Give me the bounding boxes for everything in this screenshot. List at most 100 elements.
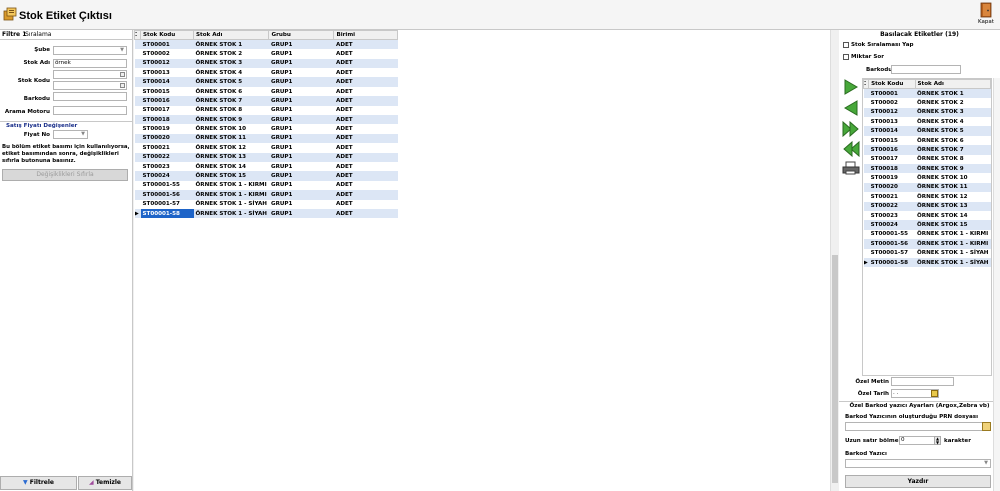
table-cell[interactable]: ÖRNEK STOK 1 - KIRMI xyxy=(915,230,991,239)
table-cell[interactable]: ADET xyxy=(333,208,398,219)
table-cell[interactable]: ADET xyxy=(334,49,398,58)
table-cell[interactable]: GRUP1 xyxy=(269,162,334,171)
table-row[interactable]: ST00014 ÖRNEK STOK 5 GRUP1 ADET xyxy=(134,77,398,87)
table-row[interactable]: ST00001 ÖRNEK STOK 1 GRUP1 ADET xyxy=(134,39,398,50)
scrollbar-thumb[interactable] xyxy=(832,255,838,483)
table-cell[interactable]: ÖRNEK STOK 9 xyxy=(193,115,269,125)
table-cell[interactable]: ST00017 xyxy=(141,106,194,115)
table-cell[interactable]: ADET xyxy=(333,96,398,106)
table-cell[interactable]: GRUP1 xyxy=(269,143,334,152)
filter-button[interactable]: ▼ Filtrele xyxy=(0,476,77,490)
table-cell[interactable]: ÖRNEK STOK 5 xyxy=(915,126,991,136)
table-cell[interactable]: ÖRNEK STOK 8 xyxy=(915,155,991,164)
table-cell[interactable]: ST00023 xyxy=(869,211,915,220)
table-cell[interactable]: ADET xyxy=(334,143,398,152)
table-cell[interactable]: GRUP1 xyxy=(269,200,334,209)
table-cell[interactable]: ÖRNEK STOK 10 xyxy=(194,124,269,133)
table-cell[interactable]: ADET xyxy=(333,133,398,144)
table-cell[interactable]: ÖRNEK STOK 13 xyxy=(915,201,991,211)
table-cell[interactable]: ST00020 xyxy=(868,182,915,193)
tab-filtre-1[interactable]: Filtre 1 xyxy=(2,31,26,38)
special-text-input[interactable] xyxy=(891,377,954,386)
stok-adi-input[interactable]: örnek xyxy=(53,59,127,68)
table-cell[interactable]: ST00022 xyxy=(868,201,915,211)
table-row[interactable]: ST00017 ÖRNEK STOK 8 xyxy=(863,154,991,165)
barcode-input[interactable] xyxy=(891,65,961,74)
table-row[interactable]: ST00016 ÖRNEK STOK 7 GRUP1 ADET xyxy=(134,96,398,106)
table-cell[interactable]: GRUP1 xyxy=(268,152,334,162)
table-cell[interactable]: ADET xyxy=(333,190,398,200)
table-cell[interactable]: ÖRNEK STOK 12 xyxy=(194,143,269,152)
table-row[interactable]: ST00015 ÖRNEK STOK 6 GRUP1 ADET xyxy=(134,86,398,97)
table-cell[interactable]: GRUP1 xyxy=(268,115,334,125)
sube-select[interactable]: ▼ xyxy=(53,46,127,55)
table-cell[interactable]: GRUP1 xyxy=(268,77,334,87)
table-cell[interactable]: ST00001-57 xyxy=(869,249,915,258)
table-cell[interactable]: ÖRNEK STOK 1 - SİYAH xyxy=(915,249,991,258)
table-cell[interactable]: ÖRNEK STOK 3 xyxy=(193,58,269,69)
table-row[interactable]: ST00013 ÖRNEK STOK 4 GRUP1 ADET xyxy=(134,68,398,78)
table-cell[interactable]: ST00001-55 xyxy=(869,230,915,239)
table-row[interactable]: ST00001-57 ÖRNEK STOK 1 - SİYAH GRUP1 ADET xyxy=(134,199,398,209)
table-row[interactable]: ST00023 ÖRNEK STOK 14 GRUP1 ADET xyxy=(134,161,398,172)
table-cell[interactable]: ADET xyxy=(333,77,398,87)
table-cell[interactable]: ST00013 xyxy=(869,117,915,126)
col-stok-kodu[interactable]: Stok Kodu xyxy=(140,29,194,41)
table-cell[interactable]: ST00012 xyxy=(868,107,915,118)
table-cell[interactable]: ST00013 xyxy=(141,68,194,77)
table-cell[interactable]: ST00001-58 xyxy=(868,257,915,268)
clear-button[interactable]: ◢ Temizle xyxy=(78,476,132,490)
table-cell[interactable]: GRUP1 xyxy=(269,106,334,115)
table-cell[interactable]: ST00001-56 xyxy=(140,190,194,200)
table-cell[interactable]: ADET xyxy=(333,39,398,50)
table-cell[interactable]: GRUP1 xyxy=(269,124,334,133)
table-cell[interactable]: ÖRNEK STOK 6 xyxy=(194,87,269,96)
table-cell[interactable]: ÖRNEK STOK 1 - SİYAH xyxy=(915,257,991,268)
table-cell[interactable]: ST00015 xyxy=(141,87,194,96)
table-cell[interactable]: ÖRNEK STOK 4 xyxy=(194,68,269,77)
table-row[interactable]: ST00022 ÖRNEK STOK 13 GRUP1 ADET xyxy=(134,152,398,162)
table-row[interactable]: ST00023 ÖRNEK STOK 14 xyxy=(863,210,991,221)
stok-kodu-input-2[interactable] xyxy=(53,92,127,101)
col-grubu[interactable]: Grubu xyxy=(268,29,335,41)
table-row[interactable]: ST00001-55 ÖRNEK STOK 1 - KIRMI xyxy=(863,229,991,240)
table-cell[interactable]: ÖRNEK STOK 1 - SİYAH xyxy=(194,200,269,209)
table-cell[interactable]: ST00020 xyxy=(140,133,194,144)
lookup-icon[interactable] xyxy=(120,72,125,77)
table-cell[interactable]: ADET xyxy=(334,68,398,77)
printer-icon[interactable] xyxy=(842,161,860,175)
barkodu-input[interactable] xyxy=(53,106,127,115)
table-cell[interactable]: ADET xyxy=(333,152,398,162)
table-cell[interactable]: ST00001-58 xyxy=(140,208,194,219)
table-cell[interactable]: ÖRNEK STOK 8 xyxy=(194,106,269,115)
table-row[interactable]: ST00018 ÖRNEK STOK 9 xyxy=(863,164,991,174)
table-row[interactable]: ST00001-56 ÖRNEK STOK 1 - KIRMI xyxy=(863,239,991,249)
table-cell[interactable]: ÖRNEK STOK 12 xyxy=(915,192,991,201)
table-row[interactable]: ST00001 ÖRNEK STOK 1 xyxy=(863,88,991,99)
table-cell[interactable]: ÖRNEK STOK 5 xyxy=(193,77,269,87)
move-left-icon[interactable] xyxy=(842,100,860,116)
table-cell[interactable]: ÖRNEK STOK 1 xyxy=(915,88,991,99)
table-row[interactable]: ST00001-55 ÖRNEK STOK 1 - KIRMI GRUP1 ADET xyxy=(134,180,398,191)
labels-scrollbar[interactable] xyxy=(993,78,1000,491)
table-cell[interactable]: GRUP1 xyxy=(269,49,334,58)
sort-checkbox[interactable] xyxy=(843,42,849,48)
table-row[interactable]: ST00021 ÖRNEK STOK 12 xyxy=(863,192,991,202)
table-row[interactable]: ST00001-56 ÖRNEK STOK 1 - KIRMI GRUP1 ADET xyxy=(134,190,398,200)
print-button[interactable]: Yazdır xyxy=(845,475,991,488)
col-stok-adi[interactable]: Stok Adı xyxy=(192,29,270,41)
table-cell[interactable]: GRUP1 xyxy=(268,190,334,200)
table-cell[interactable]: ADET xyxy=(334,162,398,171)
table-row[interactable]: ▶ ST00001-58 ÖRNEK STOK 1 - SİYAH GRUP1 ADET xyxy=(134,208,398,219)
table-cell[interactable]: ST00001 xyxy=(140,39,194,50)
table-cell[interactable]: ST00001 xyxy=(868,88,915,99)
table-cell[interactable]: ST00012 xyxy=(140,58,194,69)
close-button[interactable]: Kapat xyxy=(974,2,998,28)
table-cell[interactable]: ÖRNEK STOK 1 xyxy=(193,39,269,50)
fiyat-no-select[interactable]: ▼ xyxy=(53,130,88,139)
table-cell[interactable]: ST00017 xyxy=(869,155,915,164)
table-cell[interactable]: ÖRNEK STOK 2 xyxy=(915,98,991,107)
table-cell[interactable]: ÖRNEK STOK 9 xyxy=(915,164,991,174)
prn-file-input[interactable] xyxy=(845,422,989,431)
table-cell[interactable]: GRUP1 xyxy=(268,171,334,181)
